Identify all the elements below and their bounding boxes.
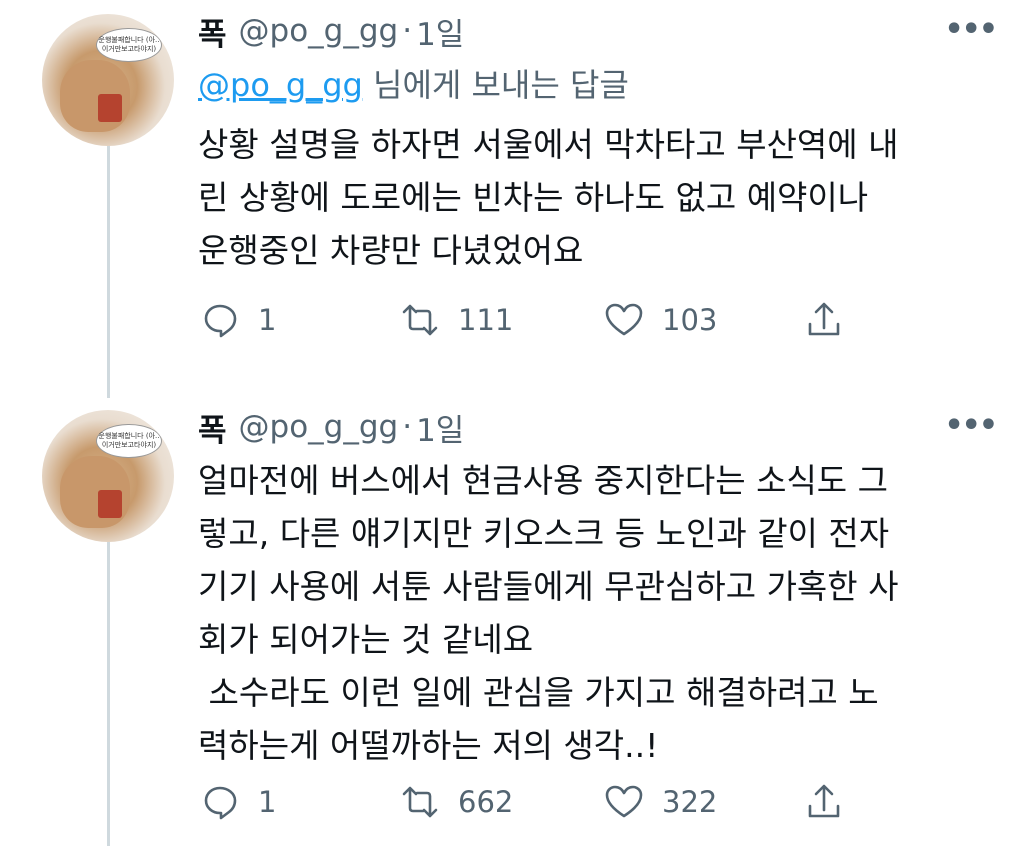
reply-button[interactable]: 1 [200, 300, 276, 340]
retweet-icon [402, 786, 438, 818]
like-button[interactable]: 322 [604, 782, 717, 822]
share-icon [808, 302, 840, 336]
retweet-button[interactable]: 662 [400, 782, 513, 822]
like-count: 322 [662, 785, 718, 819]
display-name[interactable]: 폭 [198, 405, 227, 450]
retweet-icon [402, 304, 438, 336]
avatar-card [98, 490, 122, 518]
retweet-count: 111 [458, 303, 514, 337]
display-name[interactable]: 폭 [198, 9, 227, 54]
retweet-count: 662 [458, 785, 514, 819]
tweet[interactable]: 폭 @po_g_gg · 1일 ••• 얼마전에 버스에서 현금사용 중지한다는… [198, 402, 998, 772]
tweet-header: 폭 @po_g_gg · 1일 [198, 6, 996, 56]
share-button[interactable] [804, 300, 844, 340]
reply-count: 1 [258, 785, 277, 819]
timestamp[interactable]: 1일 [416, 405, 464, 450]
share-button[interactable] [804, 782, 844, 822]
username[interactable]: @po_g_gg [239, 13, 399, 49]
thread-line [107, 140, 110, 398]
tweet-actions: 1 111 103 [0, 300, 1024, 340]
avatar[interactable]: 운행불패합니다 (아..이거만보고타야지) [42, 14, 174, 146]
like-button[interactable]: 103 [604, 300, 717, 340]
tweet[interactable]: 폭 @po_g_gg · 1일 ••• @po_g_gg 님에게 보내는 답글 … [198, 6, 998, 277]
tweet-text: 상황 설명을 하자면 서울에서 막차타고 부산역에 내 린 상황에 도로에는 빈… [198, 125, 899, 270]
timestamp[interactable]: 1일 [416, 9, 464, 54]
reply-icon [204, 304, 237, 338]
username[interactable]: @po_g_gg [239, 409, 399, 445]
reply-context-label: 님에게 보내는 답글 [362, 66, 629, 104]
reply-count: 1 [258, 303, 277, 337]
avatar-card [98, 94, 122, 122]
retweet-button[interactable]: 111 [400, 300, 513, 340]
tweet-actions: 1 662 322 [0, 782, 1024, 822]
reply-icon [204, 786, 237, 820]
separator-dot: · [402, 13, 413, 49]
share-icon [808, 784, 840, 818]
avatar-speech-bubble: 운행불패합니다 (아..이거만보고타야지) [96, 424, 162, 458]
reply-button[interactable]: 1 [200, 782, 276, 822]
like-icon [605, 785, 643, 818]
reply-mention-link[interactable]: @po_g_gg [198, 66, 363, 104]
avatar[interactable]: 운행불패합니다 (아..이거만보고타야지) [42, 410, 174, 542]
reply-context: @po_g_gg 님에게 보내는 답글 [198, 60, 996, 104]
like-count: 103 [662, 303, 718, 337]
more-icon[interactable]: ••• [944, 408, 998, 443]
avatar-speech-bubble: 운행불패합니다 (아..이거만보고타야지) [96, 28, 162, 62]
separator-dot: · [402, 409, 413, 445]
more-icon[interactable]: ••• [944, 12, 998, 47]
like-icon [605, 303, 643, 336]
tweet-text: 얼마전에 버스에서 현금사용 중지한다는 소식도 그 렇고, 다른 얘기지만 키… [198, 461, 899, 765]
tweet-header: 폭 @po_g_gg · 1일 [198, 402, 996, 452]
